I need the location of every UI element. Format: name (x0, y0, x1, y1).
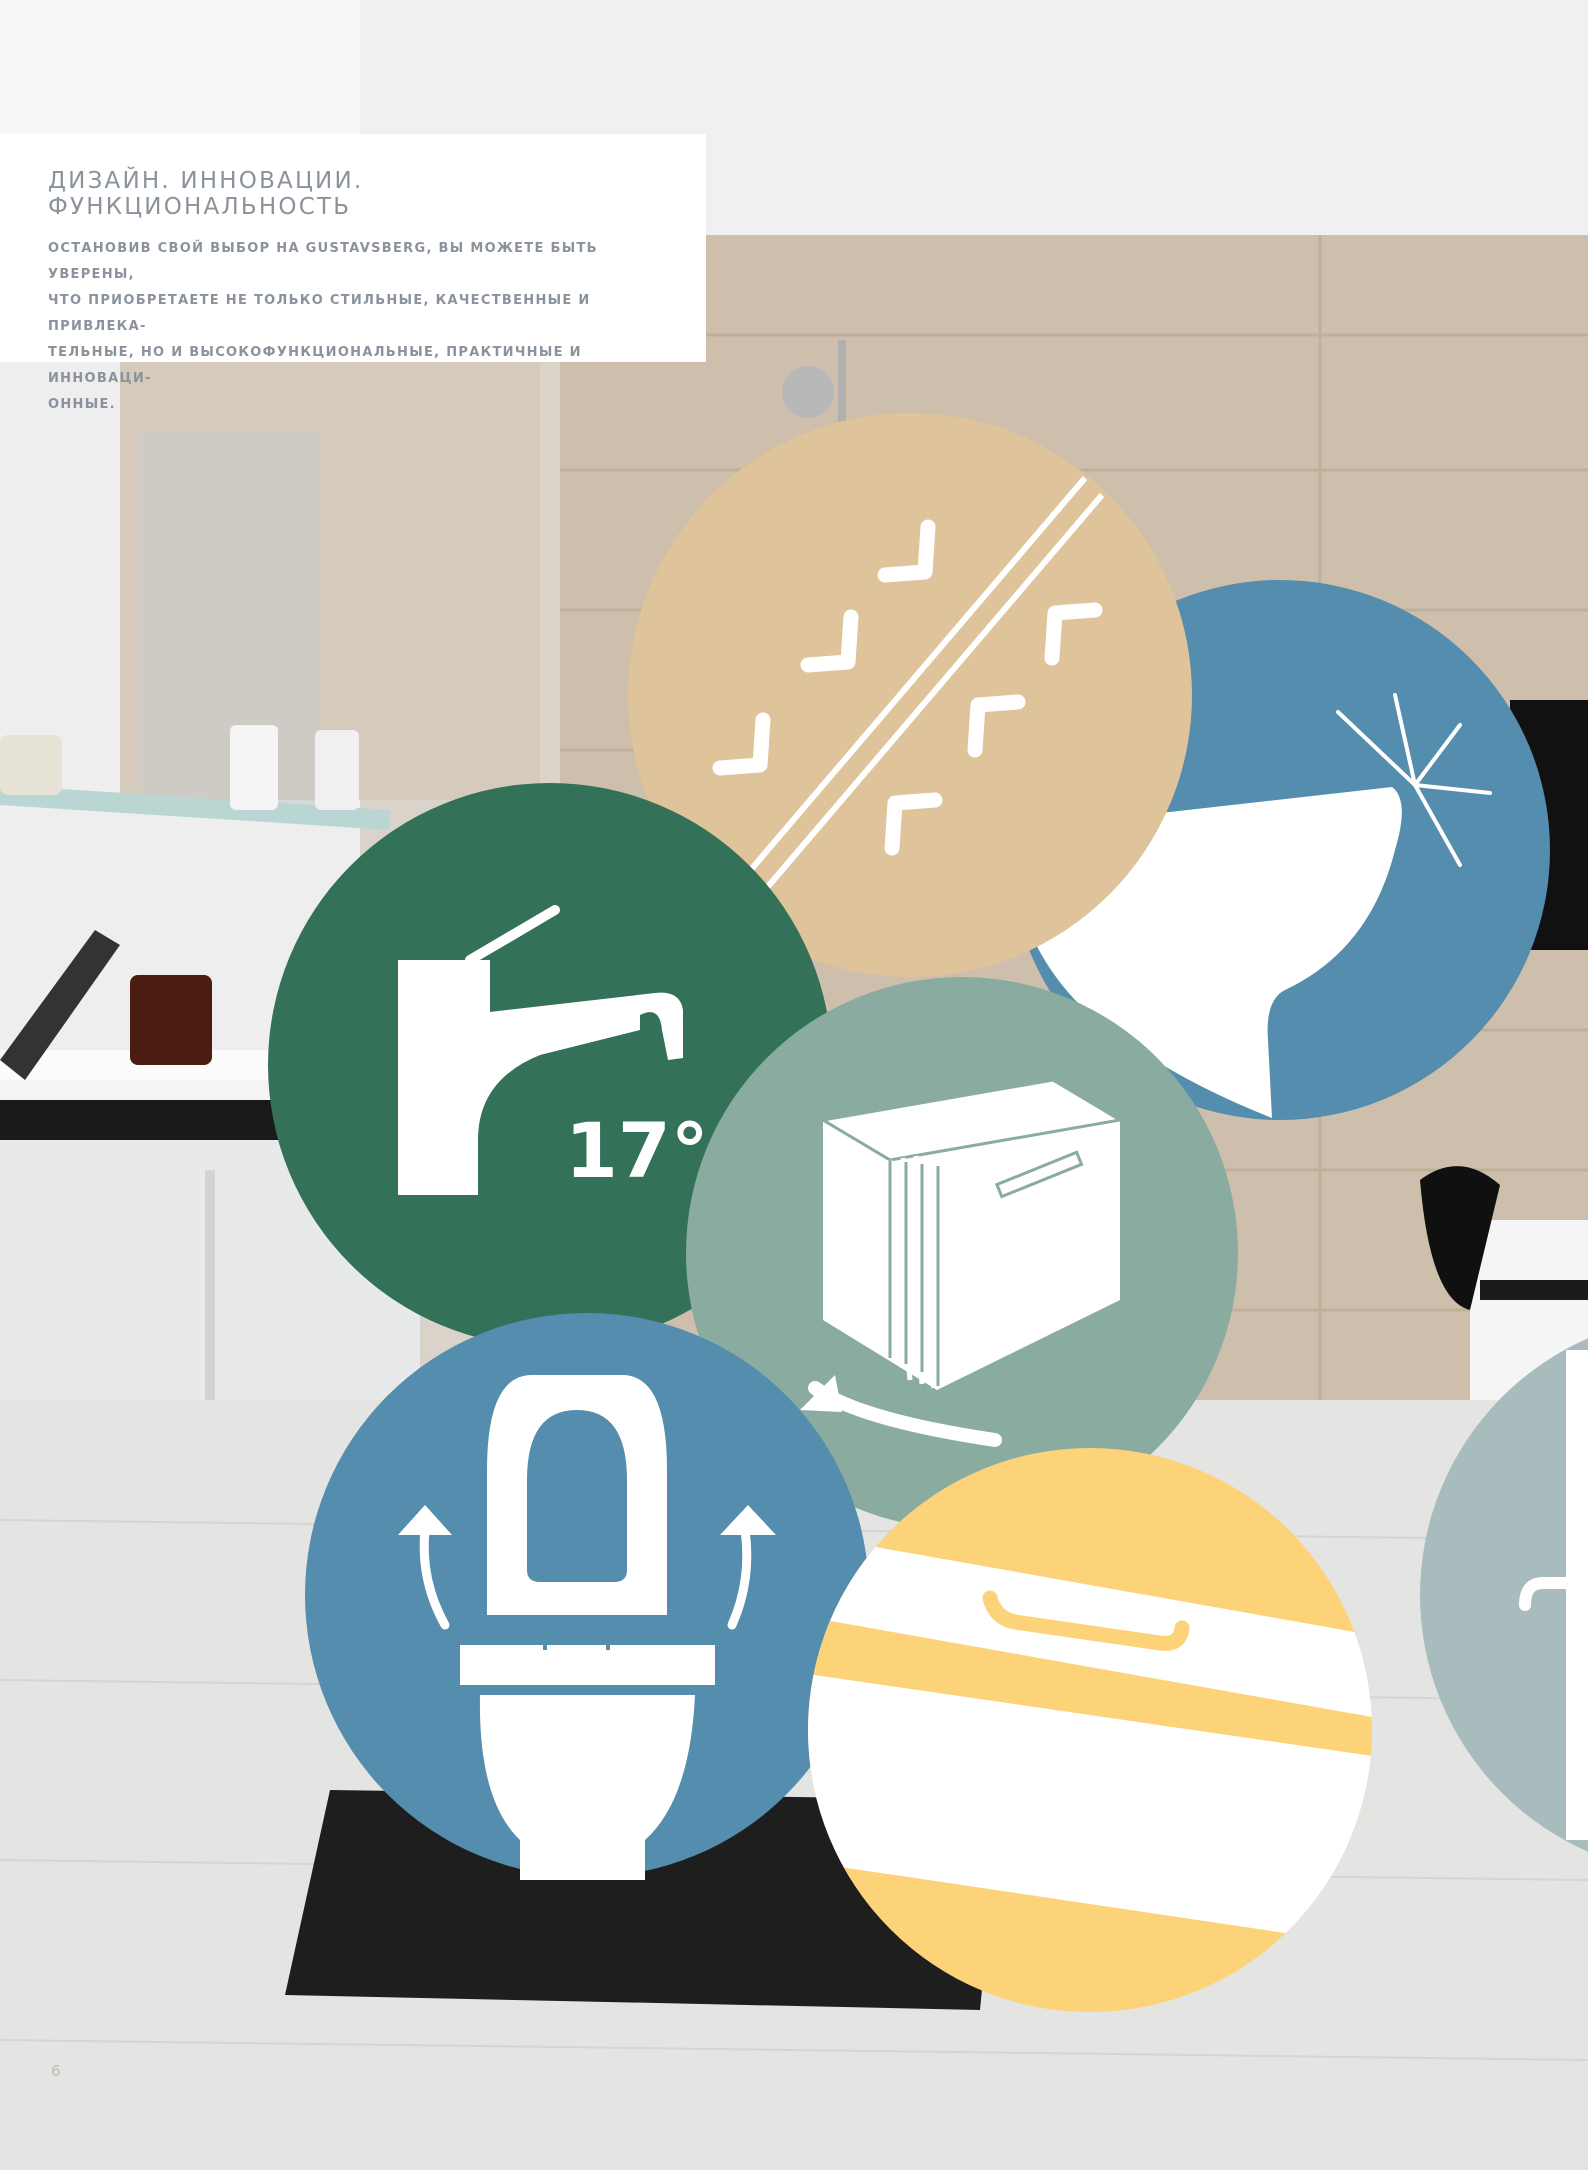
intro-text-line: ОСТАНОВИВ СВОЙ ВЫБОР НА GUSTAVSBERG, ВЫ … (48, 241, 598, 282)
intro-text: ОСТАНОВИВ СВОЙ ВЫБОР НА GUSTAVSBERG, ВЫ … (48, 236, 674, 418)
intro-title: ДИЗАЙН. ИННОВАЦИИ. ФУНКЦИОНАЛЬНОСТЬ (48, 168, 364, 220)
removable-seat-icon (305, 1313, 869, 1880)
intro-text-line: ОННЫЕ. (48, 397, 116, 412)
intro-text-line: ТЕЛЬНЫЕ, НО И ВЫСОКОФУНКЦИОНАЛЬНЫЕ, ПРАК… (48, 345, 582, 386)
drawer-handle-icon (808, 1448, 1372, 2012)
angle-label: 17° (565, 1106, 709, 1195)
intro-box: ДИЗАЙН. ИННОВАЦИИ. ФУНКЦИОНАЛЬНОСТЬ ОСТА… (0, 134, 706, 412)
page-number: 6 (51, 2062, 61, 2080)
partial-circle-icon (1420, 1338, 1588, 1852)
intro-text-line: ЧТО ПРИОБРЕТАЕТЕ НЕ ТОЛЬКО СТИЛЬНЫЕ, КАЧ… (48, 293, 591, 334)
